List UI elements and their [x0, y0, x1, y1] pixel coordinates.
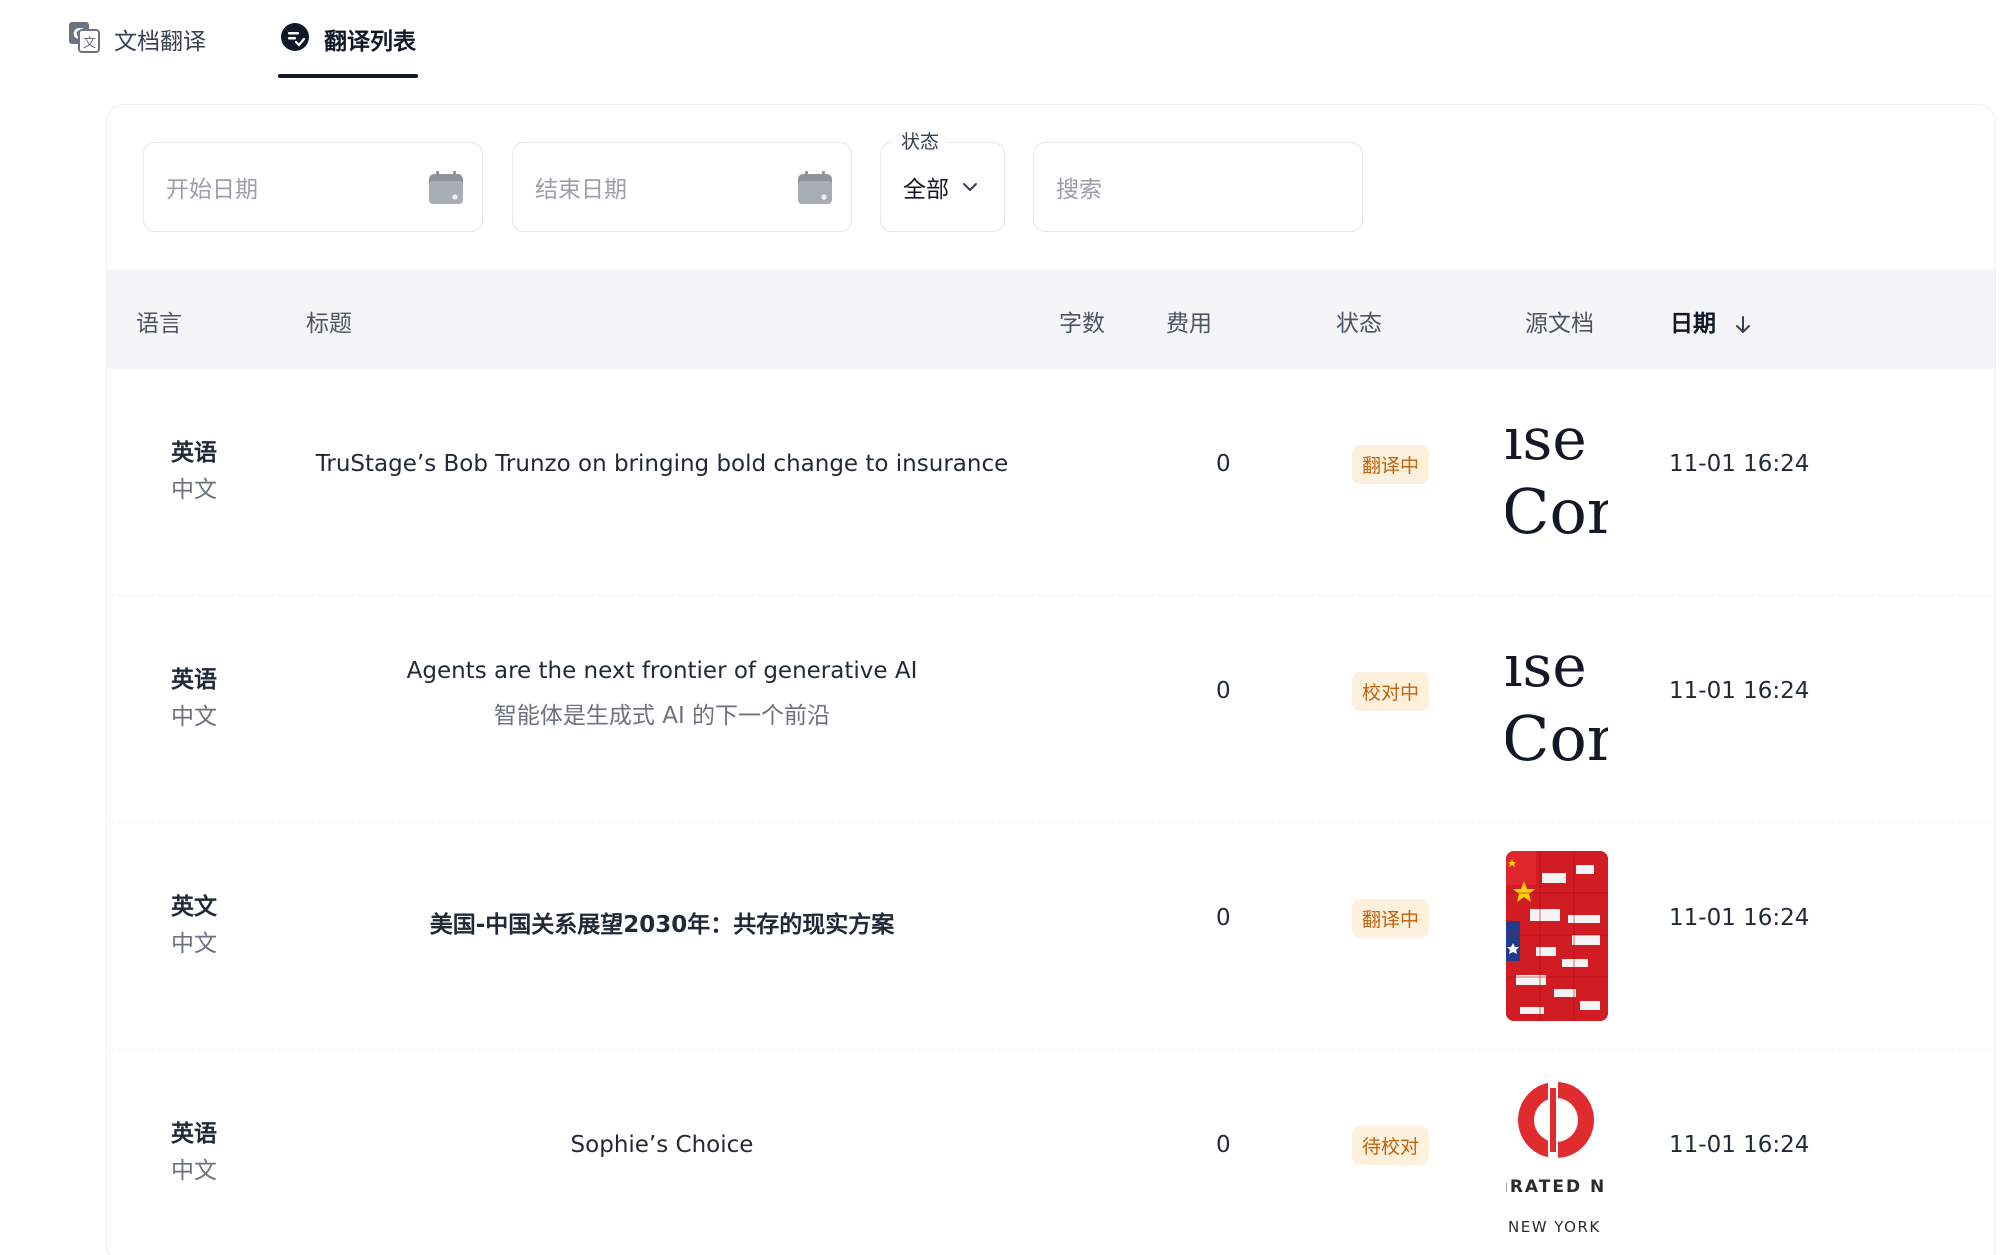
puzzle-flag-image	[1506, 851, 1608, 1021]
word-count: 0	[1216, 1132, 1231, 1158]
start-date-placeholder: 开始日期	[166, 177, 258, 203]
row-subtitle: 智能体是生成式 AI 的下一个前沿	[493, 703, 831, 729]
table-row[interactable]: 英语 中文 Sophie’s Choice 0 待校对 ıRATED N NEW…	[107, 1050, 1995, 1255]
word-count: 0	[1216, 678, 1231, 704]
row-date: 11-01 16:24	[1669, 905, 1810, 931]
chevron-down-icon	[959, 176, 981, 198]
status-select-value: 全部	[903, 177, 949, 203]
tab-label: 翻译列表	[324, 29, 416, 55]
end-date-placeholder: 结束日期	[535, 177, 627, 203]
word-count: 0	[1216, 451, 1231, 477]
header-title: 标题	[306, 311, 352, 337]
header-cost: 费用	[1166, 311, 1212, 337]
tab-document-translate[interactable]: G 文 文档翻译	[66, 0, 208, 78]
end-date-field[interactable]: 结束日期	[512, 142, 852, 232]
table-row[interactable]: 英文 中文 美国-中国关系展望2030年：共存的现实方案 0 翻译中 11-01…	[107, 823, 1995, 1050]
word-count: 0	[1216, 905, 1231, 931]
row-title[interactable]: TruStage’s Bob Trunzo on bringing bold c…	[307, 451, 1017, 477]
status-badge: 翻译中	[1352, 445, 1430, 484]
source-thumbnail[interactable]: ıse Cor	[1506, 624, 1608, 794]
thumb-text-1: ıRATED N	[1506, 1177, 1606, 1197]
target-language: 中文	[171, 931, 217, 957]
header-words: 字数	[1059, 311, 1105, 337]
row-date: 11-01 16:24	[1669, 678, 1810, 704]
logo-icon	[1518, 1082, 1594, 1158]
thumb-text-2: Cor	[1506, 475, 1608, 548]
svg-text:文: 文	[83, 36, 96, 51]
source-thumbnail[interactable]: ıRATED N NEW YORK	[1506, 1078, 1608, 1248]
status-select[interactable]: 状态 全部	[880, 127, 1005, 232]
calendar-icon[interactable]	[797, 170, 833, 206]
target-language: 中文	[171, 704, 217, 730]
target-language: 中文	[171, 477, 217, 503]
source-language: 英语	[171, 1121, 217, 1147]
status-badge: 待校对	[1352, 1126, 1430, 1165]
row-date: 11-01 16:24	[1669, 1132, 1810, 1158]
arrow-down-icon	[1736, 315, 1751, 333]
table-row[interactable]: 英语 中文 Agents are the next frontier of ge…	[107, 596, 1995, 823]
thumb-text-2: Cor	[1506, 702, 1608, 775]
header-date-label: 日期	[1670, 311, 1716, 337]
thumb-text-1: ıse	[1506, 632, 1587, 700]
search-placeholder: 搜索	[1056, 177, 1102, 203]
header-date-sort[interactable]: 日期	[1670, 304, 1754, 338]
translate-icon: G 文	[68, 21, 100, 57]
table-header: 语言 标题 字数 费用 状态 源文档 日期	[107, 269, 1995, 369]
search-input[interactable]: 搜索	[1033, 142, 1363, 232]
header-language: 语言	[136, 311, 182, 337]
header-status: 状态	[1336, 311, 1382, 337]
table-row[interactable]: 英语 中文 TruStage’s Bob Trunzo on bringing …	[107, 369, 1995, 596]
source-language: 英语	[171, 667, 217, 693]
row-date: 11-01 16:24	[1669, 451, 1810, 477]
thumb-text-2: NEW YORK	[1508, 1218, 1601, 1236]
calendar-icon[interactable]	[428, 170, 464, 206]
source-thumbnail[interactable]: ıse Cor	[1506, 397, 1608, 567]
row-title[interactable]: 美国-中国关系展望2030年：共存的现实方案	[307, 905, 1017, 939]
source-thumbnail[interactable]	[1506, 851, 1608, 1021]
source-language: 英语	[171, 440, 217, 466]
source-language: 英文	[171, 894, 217, 920]
target-language: 中文	[171, 1158, 217, 1184]
tab-label: 文档翻译	[114, 29, 206, 55]
list-card: 开始日期 结束日期 状态 全部 搜索 语言 标题 字数 费用 状态 源文档 日期…	[106, 104, 1996, 1255]
thumb-text-1: ıse	[1506, 405, 1587, 473]
status-badge: 校对中	[1352, 672, 1430, 711]
status-legend: 状态	[893, 127, 948, 154]
tab-translation-list[interactable]: 翻译列表	[278, 0, 418, 78]
row-title[interactable]: Agents are the next frontier of generati…	[307, 658, 1017, 684]
list-icon	[280, 22, 310, 56]
start-date-field[interactable]: 开始日期	[143, 142, 483, 232]
row-title[interactable]: Sophie’s Choice	[307, 1132, 1017, 1158]
header-source: 源文档	[1525, 311, 1594, 337]
status-badge: 翻译中	[1352, 899, 1430, 938]
